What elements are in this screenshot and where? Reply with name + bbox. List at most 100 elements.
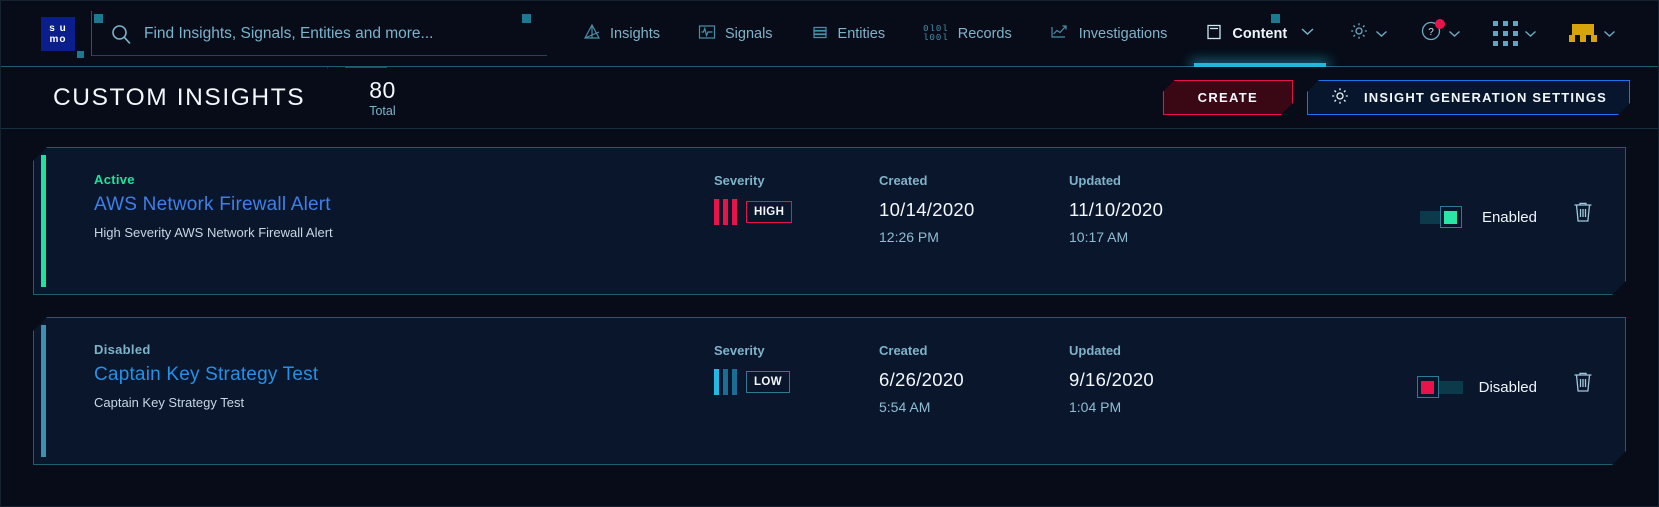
- chevron-down-icon: [1603, 25, 1616, 43]
- search-input[interactable]: [144, 24, 514, 43]
- create-button[interactable]: CREATE: [1163, 80, 1293, 115]
- created-column-header: Created: [879, 343, 928, 358]
- severity-bars: [714, 369, 737, 395]
- created-date: 10/14/2020: [879, 199, 975, 220]
- nav-item-signals[interactable]: Signals: [679, 1, 792, 67]
- severity-column: Severity HIGH: [714, 148, 879, 225]
- notification-badge: [1435, 18, 1445, 29]
- sumo-logo[interactable]: s u mo: [41, 16, 75, 51]
- trash-icon: [1571, 382, 1595, 399]
- corner-tick-decoration: [522, 14, 531, 23]
- apps-grid-icon: [1493, 21, 1518, 46]
- header-divider: [327, 66, 388, 129]
- toggle-knob: [1417, 376, 1439, 398]
- toggle-track: [1435, 381, 1463, 394]
- enable-toggle-label: Disabled: [1478, 378, 1537, 396]
- chevron-down-icon: [1448, 25, 1461, 43]
- svg-text:?: ?: [1428, 27, 1434, 38]
- updated-date: 11/10/2020: [1069, 199, 1164, 220]
- search-icon: [110, 23, 132, 45]
- nav-right-actions: ?: [1335, 1, 1658, 67]
- severity-bars: [714, 199, 737, 225]
- updated-date: 9/16/2020: [1069, 369, 1155, 390]
- created-time: 5:54 AM: [879, 399, 931, 415]
- severity-level-badge: LOW: [746, 371, 790, 393]
- nav-label: Insights: [610, 25, 660, 42]
- primary-nav: Insights Signals Entities 0l0l l00l Reco…: [564, 1, 1334, 67]
- created-column: Created 6/26/2020 5:54 AM: [879, 318, 1069, 415]
- updated-column: Updated 9/16/2020 1:04 PM: [1069, 318, 1264, 415]
- nav-label: Signals: [724, 25, 773, 42]
- content-icon: [1205, 23, 1223, 45]
- gear-icon: [1349, 21, 1369, 46]
- status-badge: Disabled: [94, 342, 151, 357]
- updated-time: 10:17 AM: [1069, 229, 1129, 245]
- logo-line-2: mo: [49, 33, 67, 45]
- enable-toggle[interactable]: [1417, 376, 1463, 398]
- chevron-down-icon: [1300, 26, 1315, 42]
- updated-column: Updated 11/10/2020 10:17 AM: [1069, 148, 1264, 245]
- insight-card[interactable]: Active AWS Network Firewall Alert High S…: [33, 147, 1626, 295]
- nav-label: Entities: [837, 25, 886, 42]
- nav-label: Records: [957, 25, 1012, 42]
- enable-toggle[interactable]: [1420, 206, 1466, 228]
- nav-item-insights[interactable]: Insights: [564, 1, 679, 67]
- created-column-header: Created: [879, 173, 928, 188]
- updated-column-header: Updated: [1069, 173, 1121, 188]
- investigations-icon: [1050, 23, 1070, 45]
- page-header: CUSTOM INSIGHTS 80 Total CREATE INSIGHT …: [1, 66, 1658, 129]
- page-title: CUSTOM INSIGHTS: [53, 83, 306, 111]
- help-menu-button[interactable]: ?: [1406, 1, 1475, 67]
- records-icon: 0l0l l00l: [923, 23, 949, 43]
- insight-description: Captain Key Strategy Test: [94, 395, 245, 410]
- insight-card-main: Disabled Captain Key Strategy Test Capta…: [34, 318, 714, 410]
- entities-icon: [811, 23, 829, 45]
- status-badge: Active: [94, 172, 135, 187]
- gear-icon: [1330, 86, 1350, 109]
- create-button-label: CREATE: [1197, 90, 1258, 105]
- severity-level-badge: HIGH: [746, 201, 792, 223]
- nav-label: Investigations: [1078, 25, 1168, 42]
- corner-tick-decoration: [77, 51, 84, 58]
- insight-description: High Severity AWS Network Firewall Alert: [94, 225, 333, 240]
- created-date: 6/26/2020: [879, 369, 965, 390]
- updated-time: 1:04 PM: [1069, 399, 1122, 415]
- severity-column-header: Severity: [714, 343, 765, 358]
- nav-label: Content: [1232, 25, 1288, 42]
- logo-line-1: s u: [49, 22, 67, 34]
- enable-toggle-area: Enabled: [1420, 148, 1571, 228]
- chevron-down-icon: [1375, 25, 1388, 43]
- enable-toggle-area: Disabled: [1417, 318, 1571, 398]
- insight-title-link[interactable]: Captain Key Strategy Test: [94, 364, 714, 386]
- enable-toggle-label: Enabled: [1481, 208, 1537, 226]
- application-window: s u mo Find Insights, Signals, Entities …: [0, 0, 1659, 507]
- global-search[interactable]: [91, 11, 547, 56]
- user-account-button[interactable]: [1555, 1, 1630, 67]
- chevron-down-icon: [1524, 25, 1537, 43]
- created-column: Created 10/14/2020 12:26 PM: [879, 148, 1069, 245]
- insight-title-link[interactable]: AWS Network Firewall Alert: [94, 194, 714, 216]
- settings-menu-button[interactable]: [1335, 1, 1402, 67]
- toggle-knob: [1440, 206, 1462, 228]
- delete-insight-button[interactable]: [1571, 148, 1625, 230]
- apps-menu-button[interactable]: [1479, 1, 1551, 67]
- insight-card-main: Active AWS Network Firewall Alert High S…: [34, 148, 714, 240]
- header-actions: CREATE INSIGHT GENERATION SETTINGS: [1163, 80, 1658, 115]
- user-avatar-icon: [1569, 23, 1597, 44]
- delete-insight-button[interactable]: [1571, 318, 1625, 400]
- nav-item-content[interactable]: Content: [1186, 1, 1334, 67]
- nav-item-investigations[interactable]: Investigations: [1031, 1, 1187, 67]
- insights-icon: [583, 23, 601, 45]
- insight-card[interactable]: Disabled Captain Key Strategy Test Capta…: [33, 317, 1626, 465]
- status-accent-bar: [41, 325, 46, 457]
- updated-column-header: Updated: [1069, 343, 1121, 358]
- nav-item-entities[interactable]: Entities: [792, 1, 905, 67]
- corner-tick-decoration: [1271, 14, 1280, 23]
- trash-icon: [1571, 212, 1595, 229]
- nav-item-records[interactable]: 0l0l l00l Records: [904, 1, 1031, 67]
- severity-column: Severity LOW: [714, 318, 879, 395]
- insight-generation-settings-button[interactable]: INSIGHT GENERATION SETTINGS: [1307, 80, 1630, 115]
- settings-button-label: INSIGHT GENERATION SETTINGS: [1363, 90, 1607, 105]
- insight-list: Active AWS Network Firewall Alert High S…: [1, 129, 1658, 465]
- severity-column-header: Severity: [714, 173, 765, 188]
